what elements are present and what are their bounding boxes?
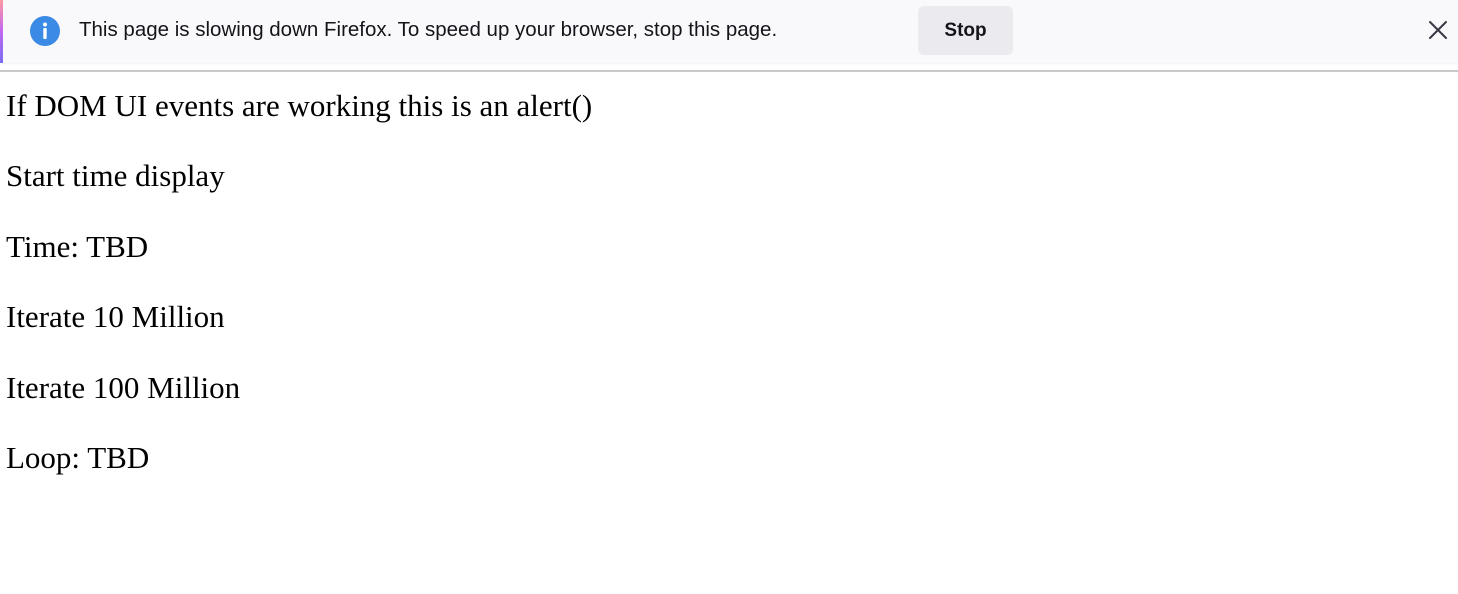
close-icon[interactable] [1422,14,1454,46]
loop-status: Loop: TBD [6,439,150,475]
alert-test-text[interactable]: If DOM UI events are working this is an … [6,86,1446,156]
notification-divider [0,70,1458,72]
notification-accent-stripe [0,0,3,63]
notification-bar: This page is slowing down Firefox. To sp… [0,0,1458,63]
time-status: Time: TBD [6,228,149,264]
stop-button[interactable]: Stop [918,6,1013,55]
iterate-100-million-link[interactable]: Iterate 100 Million [6,368,1446,438]
info-icon [29,15,61,47]
iterate-10-million-link[interactable]: Iterate 10 Million [6,297,1446,367]
notification-message: This page is slowing down Firefox. To sp… [79,18,778,41]
page-content: If DOM UI events are working this is an … [6,86,1446,508]
start-time-display-link[interactable]: Start time display [6,156,1446,226]
